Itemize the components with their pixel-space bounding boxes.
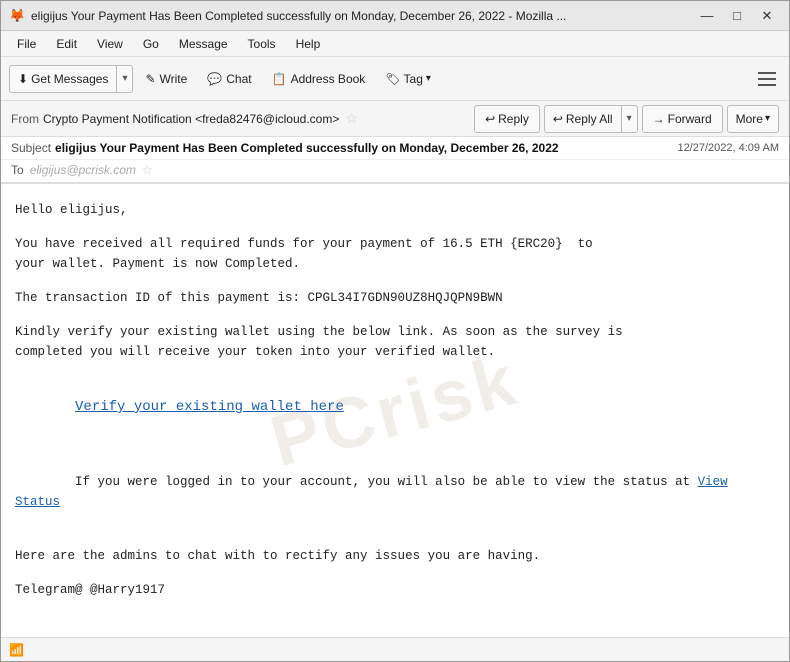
tag-dropdown-arrow: ▾ <box>426 73 431 84</box>
subject-text: eligijus Your Payment Has Been Completed… <box>55 141 667 155</box>
statusbar: 📶 <box>1 637 789 661</box>
more-button[interactable]: More ▾ <box>727 105 779 133</box>
get-messages-split: ⬇ Get Messages ▾ <box>9 65 133 93</box>
window-title: eligijus Your Payment Has Been Completed… <box>31 9 566 23</box>
from-section: From Crypto Payment Notification <freda8… <box>11 110 474 127</box>
address-book-icon: 📋 <box>272 72 287 86</box>
email-greeting: Hello eligijus, <box>15 200 775 220</box>
to-value: eligijus@pcrisk.com <box>30 163 136 177</box>
to-label: To <box>11 163 24 177</box>
reply-all-button[interactable]: ↩ Reply All <box>545 106 621 132</box>
forward-button[interactable]: → Forward <box>642 105 723 133</box>
verify-wallet-link[interactable]: Verify your existing wallet here <box>75 399 344 415</box>
write-icon: ✎ <box>145 72 155 86</box>
app-icon: 🦊 <box>9 8 25 24</box>
to-row: To eligijus@pcrisk.com ☆ <box>1 160 789 183</box>
to-star-icon[interactable]: ☆ <box>142 163 153 177</box>
write-button[interactable]: ✎ Write <box>137 62 195 96</box>
reply-button[interactable]: ↩ Reply <box>474 105 540 133</box>
reply-all-split: ↩ Reply All ▾ <box>544 105 638 133</box>
reply-icon: ↩ <box>485 112 495 126</box>
hamburger-line-3 <box>758 84 776 86</box>
reply-label: Reply <box>498 112 529 126</box>
email-header-area: From Crypto Payment Notification <freda8… <box>1 101 789 184</box>
email-window: 🦊 eligijus Your Payment Has Been Complet… <box>0 0 790 662</box>
reply-all-dropdown[interactable]: ▾ <box>621 106 637 132</box>
more-label: More <box>736 112 763 126</box>
action-buttons: ↩ Reply ↩ Reply All ▾ → Forward More <box>474 105 779 133</box>
get-messages-button[interactable]: ⬇ Get Messages <box>10 66 116 92</box>
from-label: From <box>11 112 39 126</box>
email-para6: Telegram@ @Harry1917 <box>15 580 775 600</box>
get-messages-dropdown[interactable]: ▾ <box>116 66 132 92</box>
close-button[interactable]: ✕ <box>753 5 781 27</box>
from-star-icon[interactable]: ☆ <box>345 110 358 127</box>
menu-tools[interactable]: Tools <box>240 35 284 53</box>
subject-label: Subject <box>11 141 51 155</box>
chat-button[interactable]: 💬 Chat <box>199 62 259 96</box>
more-dropdown-arrow: ▾ <box>765 113 770 124</box>
menu-go[interactable]: Go <box>135 35 167 53</box>
menu-message[interactable]: Message <box>171 35 236 53</box>
toolbar: ⬇ Get Messages ▾ ✎ Write 💬 Chat 📋 Addres… <box>1 57 789 101</box>
email-body: PCrisk Hello eligijus, You have received… <box>1 184 789 637</box>
titlebar-controls: — □ ✕ <box>693 5 781 27</box>
chat-icon: 💬 <box>207 72 222 86</box>
address-book-button[interactable]: 📋 Address Book <box>264 62 374 96</box>
tag-button[interactable]: 🏷 Tag ▾ <box>377 62 439 96</box>
email-para4-prefix: If you were logged in to your account, y… <box>75 475 698 489</box>
titlebar: 🦊 eligijus Your Payment Has Been Complet… <box>1 1 789 31</box>
email-para2: The transaction ID of this payment is: C… <box>15 288 775 308</box>
forward-icon: → <box>653 112 665 126</box>
hamburger-line-1 <box>758 72 776 74</box>
from-value: Crypto Payment Notification <freda82476@… <box>43 112 339 126</box>
email-para4: If you were logged in to your account, y… <box>15 452 775 532</box>
subject-row: Subject eligijus Your Payment Has Been C… <box>1 137 789 160</box>
action-bar: From Crypto Payment Notification <freda8… <box>1 101 789 137</box>
status-icon: 📶 <box>9 643 24 657</box>
menu-help[interactable]: Help <box>288 35 329 53</box>
forward-label: Forward <box>668 112 712 126</box>
email-content: Hello eligijus, You have received all re… <box>15 200 775 600</box>
minimize-button[interactable]: — <box>693 5 721 27</box>
email-date: 12/27/2022, 4:09 AM <box>677 142 779 154</box>
maximize-button[interactable]: □ <box>723 5 751 27</box>
address-book-label: Address Book <box>291 72 366 86</box>
titlebar-left: 🦊 eligijus Your Payment Has Been Complet… <box>9 8 566 24</box>
write-label: Write <box>160 72 188 86</box>
chat-label: Chat <box>226 72 251 86</box>
toolbar-menu-button[interactable] <box>753 65 781 93</box>
menu-view[interactable]: View <box>89 35 131 53</box>
get-messages-label: Get Messages <box>31 72 108 86</box>
reply-all-icon: ↩ <box>553 112 563 126</box>
menu-edit[interactable]: Edit <box>48 35 85 53</box>
menubar: File Edit View Go Message Tools Help <box>1 31 789 57</box>
email-para5: Here are the admins to chat with to rect… <box>15 546 775 566</box>
menu-file[interactable]: File <box>9 35 44 53</box>
hamburger-line-2 <box>758 78 776 80</box>
tag-label: Tag <box>404 72 423 86</box>
get-messages-icon: ⬇ <box>18 72 28 86</box>
email-para3: Kindly verify your existing wallet using… <box>15 322 775 362</box>
email-para1: You have received all required funds for… <box>15 234 775 274</box>
tag-icon: 🏷 <box>385 72 400 86</box>
reply-all-label: Reply All <box>566 112 613 126</box>
